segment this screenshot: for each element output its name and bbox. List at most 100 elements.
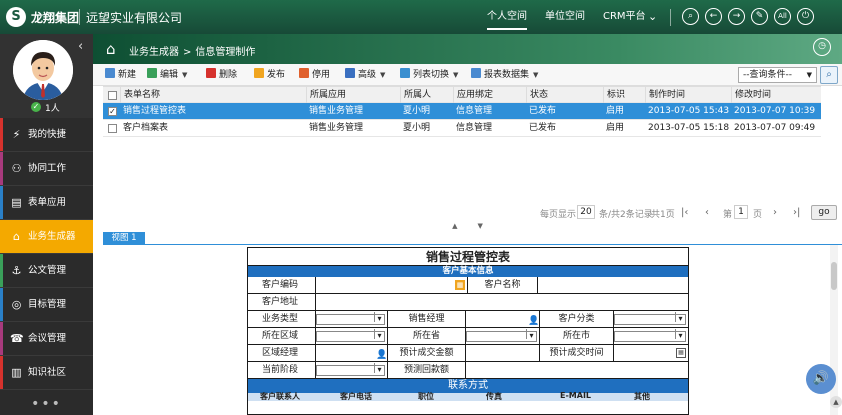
dropdown-select[interactable]	[614, 329, 686, 342]
next-page-icon[interactable]: ›	[773, 207, 777, 218]
sidebar-item-target[interactable]: ◎ 目标管理	[0, 288, 93, 322]
toolbar-button-3[interactable]: 发布	[254, 67, 285, 83]
dropdown-select[interactable]	[316, 329, 385, 342]
sidebar-item-form[interactable]: ▤ 表单应用	[0, 186, 93, 220]
sidebar-item-knowledge[interactable]: ▥ 知识社区	[0, 356, 93, 390]
form-field[interactable]	[316, 294, 689, 311]
row-checkbox[interactable]	[108, 124, 117, 133]
column-header[interactable]: 表单名称	[120, 87, 160, 103]
form-field[interactable]: 👤	[466, 311, 540, 328]
toolbar-icon	[299, 68, 309, 78]
more-icon[interactable]: •••	[0, 396, 93, 412]
sidebar-item-document[interactable]: ⚓ 公文管理	[0, 254, 93, 288]
all-icon[interactable]: All	[774, 8, 791, 25]
section-contact: 联系方式	[248, 379, 688, 393]
nav-personal-space[interactable]: 个人空间	[478, 0, 536, 34]
nav-unit-space[interactable]: 单位空间	[536, 0, 594, 34]
toolbar-button-2[interactable]: 删除	[206, 67, 237, 83]
sidebar-item-builder[interactable]: ⌂ 业务生成器	[0, 220, 93, 254]
dropdown-select[interactable]	[316, 363, 385, 376]
form-field[interactable]	[614, 311, 689, 328]
toolbar-button-5[interactable]: 高级 ▼	[345, 67, 385, 83]
table-cell: 夏小明	[403, 106, 431, 116]
back-icon[interactable]: ←	[705, 8, 722, 25]
form-field[interactable]: 👤	[316, 345, 388, 362]
column-header[interactable]: 修改时间	[731, 87, 771, 103]
first-page-icon[interactable]: |‹	[681, 207, 688, 218]
form-label: 所在市	[540, 328, 614, 345]
last-page-icon[interactable]: ›|	[793, 207, 800, 218]
table-row[interactable]: 客户档案表 销售业务管理 夏小明 信息管理 已发布 启用 2013-07-05 15:18 2…	[103, 120, 821, 137]
search-button[interactable]: ⌕	[820, 66, 838, 84]
row-checkbox[interactable]: ✓	[108, 107, 117, 116]
table-row[interactable]: ✓ 销售过程管控表 销售业务管理 夏小明 信息管理 已发布 启用 2013-07-05 15:…	[103, 103, 821, 120]
dropdown-select[interactable]	[614, 312, 686, 325]
contact-column-header: 客户联系人	[260, 392, 300, 401]
collapse-down-icon[interactable]: ▼	[478, 222, 483, 230]
column-header[interactable]: 应用绑定	[453, 87, 493, 103]
query-condition-select[interactable]: --查询条件-- ▼	[738, 67, 817, 83]
go-button[interactable]: go	[811, 205, 837, 220]
page-number-input[interactable]: 1	[734, 205, 748, 219]
collapse-up-icon[interactable]: ▲	[452, 222, 457, 230]
scrollbar-thumb[interactable]	[831, 262, 837, 290]
toolbar-button-4[interactable]: 停用	[299, 67, 330, 83]
avatar[interactable]	[13, 40, 73, 100]
column-header[interactable]: 所属应用	[306, 87, 346, 103]
speaker-icon[interactable]: 🔊	[806, 364, 836, 394]
calendar-icon[interactable]: ▦	[676, 348, 686, 358]
edit-icon[interactable]: ✎	[751, 8, 768, 25]
chevron-down-icon[interactable]: ⌄	[648, 10, 657, 23]
column-header[interactable]: 所属人	[400, 87, 431, 103]
form-row: 客户编码 ▦ 客户名称	[248, 277, 689, 294]
form-label: 预计成交时间	[540, 345, 614, 362]
form-field[interactable]: ▦	[316, 277, 468, 294]
table-cell: 2013-07-07 09:49	[734, 123, 816, 133]
nav-crm-platform[interactable]: CRM平台	[594, 0, 655, 34]
search-icon[interactable]: ⌕	[682, 8, 699, 25]
dropdown-select[interactable]	[466, 329, 537, 342]
collapse-sidebar-icon[interactable]: ‹	[78, 39, 83, 54]
tab-view-1[interactable]: 视图 1	[103, 232, 145, 245]
column-header[interactable]: 制作时间	[645, 87, 685, 103]
per-page-input[interactable]: 20	[577, 205, 595, 219]
menu-stripe	[0, 186, 3, 219]
form-field[interactable]	[316, 311, 388, 328]
forward-icon[interactable]: →	[728, 8, 745, 25]
sidebar-item-meeting[interactable]: ☎ 会议管理	[0, 322, 93, 356]
dropdown-select[interactable]	[316, 312, 385, 325]
home-icon[interactable]: ⌂	[106, 40, 116, 58]
form-field[interactable]: ▦	[614, 345, 689, 362]
form-field[interactable]	[466, 345, 540, 362]
column-header[interactable]: 标识	[603, 87, 625, 103]
form-sheet: 销售过程管控表 客户基本信息 客户编码▦客户名称客户地址业务类型销售经理👤客户分…	[247, 247, 689, 415]
lookup-icon[interactable]: ▦	[455, 280, 465, 290]
form-field[interactable]	[316, 362, 388, 379]
form-field[interactable]	[614, 328, 689, 345]
pane-splitter[interactable]: ▲ ▼	[93, 222, 842, 231]
company-name: 远望实业有限公司	[86, 11, 183, 25]
power-icon[interactable]: ⏻	[797, 8, 814, 25]
query-condition-label: --查询条件--	[743, 70, 792, 80]
form-field[interactable]	[466, 362, 689, 379]
form-field[interactable]	[466, 328, 540, 345]
toolbar-button-0[interactable]: 新建	[105, 67, 136, 83]
sidebar-item-shortcut[interactable]: ⚡ 我的快捷	[0, 118, 93, 152]
select-all-checkbox[interactable]	[108, 91, 117, 100]
form-field[interactable]	[538, 277, 689, 294]
prev-page-icon[interactable]: ‹	[705, 207, 709, 218]
toolbar-icon	[105, 68, 115, 78]
sidebar-item-collab[interactable]: ⚇ 协同工作	[0, 152, 93, 186]
toolbar-button-1[interactable]: 编辑 ▼	[147, 67, 187, 83]
form-field[interactable]	[316, 328, 388, 345]
table-cell: 销售业务管理	[309, 123, 364, 133]
toolbar-button-7[interactable]: 报表数据集 ▼	[471, 67, 538, 83]
form-row: 所在区域 所在省 所在市	[248, 328, 689, 345]
back-to-top-icon[interactable]: ▲	[830, 396, 842, 408]
clock-icon[interactable]: ◷	[813, 38, 831, 56]
column-header[interactable]: 状态	[526, 87, 548, 103]
contact-table-header: 客户联系人 客户电话 职位 传真 E-MAIL 其他	[248, 391, 688, 401]
toolbar-button-6[interactable]: 列表切换 ▼	[400, 67, 458, 83]
breadcrumb-item-builder[interactable]: 业务生成器	[129, 47, 179, 58]
form-row: 业务类型 销售经理👤客户分类	[248, 311, 689, 328]
